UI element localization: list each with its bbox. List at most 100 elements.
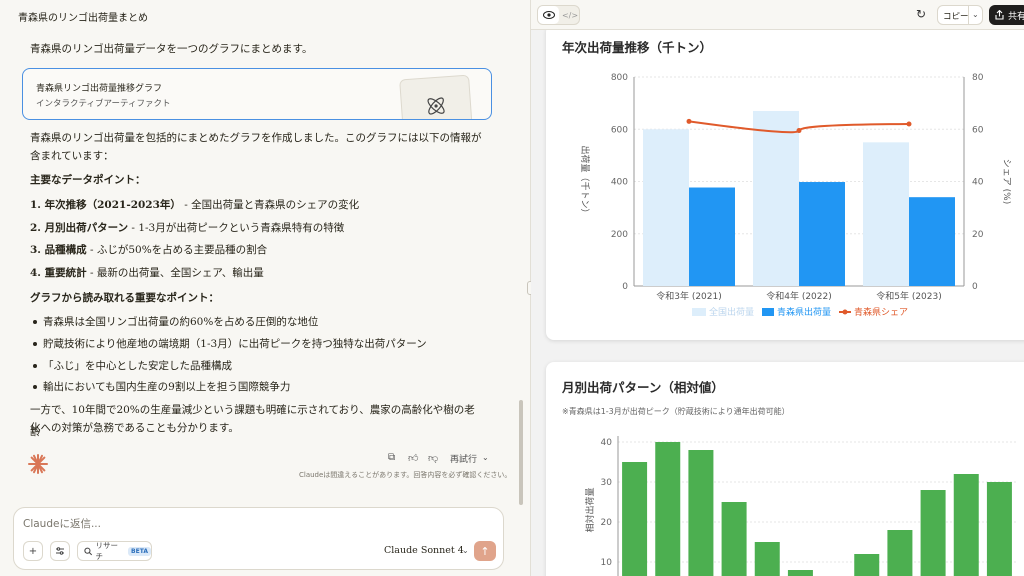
retry-button[interactable]: 再試行 xyxy=(450,452,477,465)
bar-national xyxy=(863,142,909,286)
insight-item: 青森県は全国リンゴ出荷量の約60%を占める圧倒的な地位 xyxy=(43,316,319,328)
copy-icon[interactable]: ⧉ xyxy=(388,452,395,463)
insight-item: 貯蔵技術により他産地の端境期（1-3月）に出荷ピークを持つ独特な出荷パターン xyxy=(43,338,427,350)
y-right-axis-label: シェア (%) xyxy=(1001,159,1011,204)
reply-input[interactable] xyxy=(23,515,403,533)
send-button[interactable]: ↑ xyxy=(474,541,496,561)
conversation-title[interactable]: 青森県のリンゴ出荷量まとめ xyxy=(18,9,148,24)
list-item-text: - ふじが50%を占める主要品種の割合 xyxy=(86,244,268,256)
bar-month xyxy=(655,442,681,576)
y-right-tick-label: 80 xyxy=(972,73,984,83)
refresh-icon[interactable]: ↻ xyxy=(916,7,926,21)
bar-month xyxy=(920,490,946,576)
add-button[interactable]: + xyxy=(23,541,43,561)
monthly-chart-card: 月別出荷パターン（相対値） ※青森県は1-3月が出荷ピーク（貯蔵技術により通年出… xyxy=(546,362,1024,576)
closing-line-2: 化への対策が急務であることも分かります。 xyxy=(30,422,239,434)
chevron-down-icon[interactable]: ⌄ xyxy=(482,453,489,462)
y-tick-label: 800 xyxy=(611,73,628,83)
list-item: 2. 月別出荷パターン - 1-3月が出荷ピークという青森県特有の特徴 xyxy=(30,220,344,235)
y-tick-label: 20 xyxy=(601,518,613,528)
insight-item: 「ふじ」を中心とした安定した品種構成 xyxy=(43,360,232,372)
share-button[interactable]: 共有 xyxy=(989,5,1024,25)
legend-label: 青森県出荷量 xyxy=(777,306,831,318)
y-axis-label: 出荷量（千トン） xyxy=(579,145,591,217)
preview-button[interactable] xyxy=(538,6,559,24)
plus-icon: + xyxy=(28,545,38,557)
monthly-chart: 10 20 30 40 相対出荷量 xyxy=(584,436,1016,576)
bar-month xyxy=(688,450,714,576)
bar-national xyxy=(643,129,689,286)
y-right-tick-label: 60 xyxy=(972,125,984,135)
copy-button[interactable]: コピー xyxy=(943,10,969,22)
y-axis-label: 相対出荷量 xyxy=(584,487,596,532)
research-button[interactable]: リサーチ BETA xyxy=(77,541,152,561)
list-item-text: - 最新の出荷量、全国シェア、輸出量 xyxy=(86,267,264,279)
model-selector[interactable]: Claude Sonnet 4 xyxy=(384,545,464,556)
tools-button[interactable] xyxy=(50,541,70,561)
bullet-icon xyxy=(33,342,37,346)
datapoints-heading: 主要なデータポイント： xyxy=(30,174,146,186)
code-icon: </> xyxy=(561,10,579,20)
list-item-bold: 1. 年次推移（2021-2023年） xyxy=(30,199,181,211)
share-label: 共有 xyxy=(1008,11,1024,22)
insight-item: 輸出においても国内生産の9割以上を担う国際競争力 xyxy=(43,381,291,393)
legend-swatch-share-point xyxy=(842,309,848,315)
chevron-down-icon[interactable]: ⌄ xyxy=(120,9,127,18)
annual-chart: 0 200 400 600 800 0 20 40 60 80 出荷量（千トン） シェア (%) 令和3… xyxy=(579,73,1011,318)
list-item-bold: 2. 月別出荷パターン xyxy=(30,222,129,234)
bar-aomori xyxy=(689,187,735,286)
arrow-up-icon: ↑ xyxy=(480,544,490,558)
y-tick-label: 30 xyxy=(601,478,613,488)
artifact-card[interactable]: 青森県リンゴ出荷量推移グラフ インタラクティブアーティファクト xyxy=(22,68,492,120)
y-tick-label: 40 xyxy=(601,438,613,448)
x-tick-label: 令和4年 (2022) xyxy=(766,290,832,302)
y-tick-label: 400 xyxy=(611,178,628,188)
bar-national xyxy=(753,110,799,287)
y-tick-label: 200 xyxy=(611,230,628,240)
artifact-subtitle: インタラクティブアーティファクト xyxy=(36,99,171,109)
message-intro: 青森県のリンゴ出荷量データを一つのグラフにまとめます。 xyxy=(30,43,313,55)
atom-icon xyxy=(427,97,445,115)
artifact-panel: 年次出荷量推移（千トン） 0 200 400 600 800 0 20 40 60 80 出荷量（千… xyxy=(531,0,1024,576)
thumbs-up-icon[interactable]: 👍︎ xyxy=(408,452,418,464)
beta-badge: BETA xyxy=(128,546,151,556)
y-tick-label: 10 xyxy=(601,558,613,568)
share-point xyxy=(686,118,692,124)
y-tick-label: 600 xyxy=(611,125,628,135)
copy-separator xyxy=(968,6,969,24)
bar-month xyxy=(953,474,979,576)
scrollbar[interactable] xyxy=(519,400,523,505)
bar-month xyxy=(754,542,780,576)
bar-month xyxy=(622,462,648,576)
chevron-down-icon[interactable]: ⌄ xyxy=(972,10,979,19)
chat-panel: 青森県のリンゴ出荷量まとめ ⌄ 青森県のリンゴ出荷量データを一つのグラフにまとめ… xyxy=(0,0,530,576)
chat-header: 青森県のリンゴ出荷量まとめ ⌄ xyxy=(0,0,530,30)
share-point xyxy=(796,128,802,134)
list-item: 4. 重要統計 - 最新の出荷量、全国シェア、輸出量 xyxy=(30,265,264,280)
bar-month xyxy=(854,554,880,576)
list-item: 3. 品種構成 - ふじが50%を占める主要品種の割合 xyxy=(30,242,267,257)
y-right-tick-label: 0 xyxy=(972,282,978,292)
bullet-icon xyxy=(33,320,37,324)
artifact-thumbnail xyxy=(399,74,473,119)
copy-button-group: コピー ⌄ xyxy=(937,5,983,25)
code-button[interactable]: </> xyxy=(560,6,580,24)
bar-aomori xyxy=(799,182,845,286)
bar-month xyxy=(787,570,813,576)
bar-month xyxy=(721,502,747,576)
view-toggle: </> xyxy=(537,5,580,25)
list-item-text: - 1-3月が出荷ピークという青森県特有の特徴 xyxy=(128,222,345,234)
thumbs-down-icon[interactable]: 👎︎ xyxy=(428,452,438,464)
y-tick-label: 0 xyxy=(622,282,628,292)
artifact-title: 青森県リンゴ出荷量推移グラフ xyxy=(36,84,163,94)
annual-chart-card: 年次出荷量推移（千トン） 0 200 400 600 800 0 20 40 60 80 出荷量（千… xyxy=(546,24,1024,340)
summary-line-2: 含まれています： xyxy=(30,150,114,162)
artifact-toolbar: </> ↻ コピー ⌄ 共有 xyxy=(531,0,1024,30)
share-icon xyxy=(995,10,1004,20)
bullet-icon xyxy=(33,364,37,368)
legend-label: 全国出荷量 xyxy=(709,306,754,318)
bar-month xyxy=(986,482,1012,576)
list-item-bold: 3. 品種構成 xyxy=(30,244,87,256)
chevron-down-icon[interactable]: ⌄ xyxy=(462,546,469,555)
eye-icon xyxy=(542,11,555,19)
